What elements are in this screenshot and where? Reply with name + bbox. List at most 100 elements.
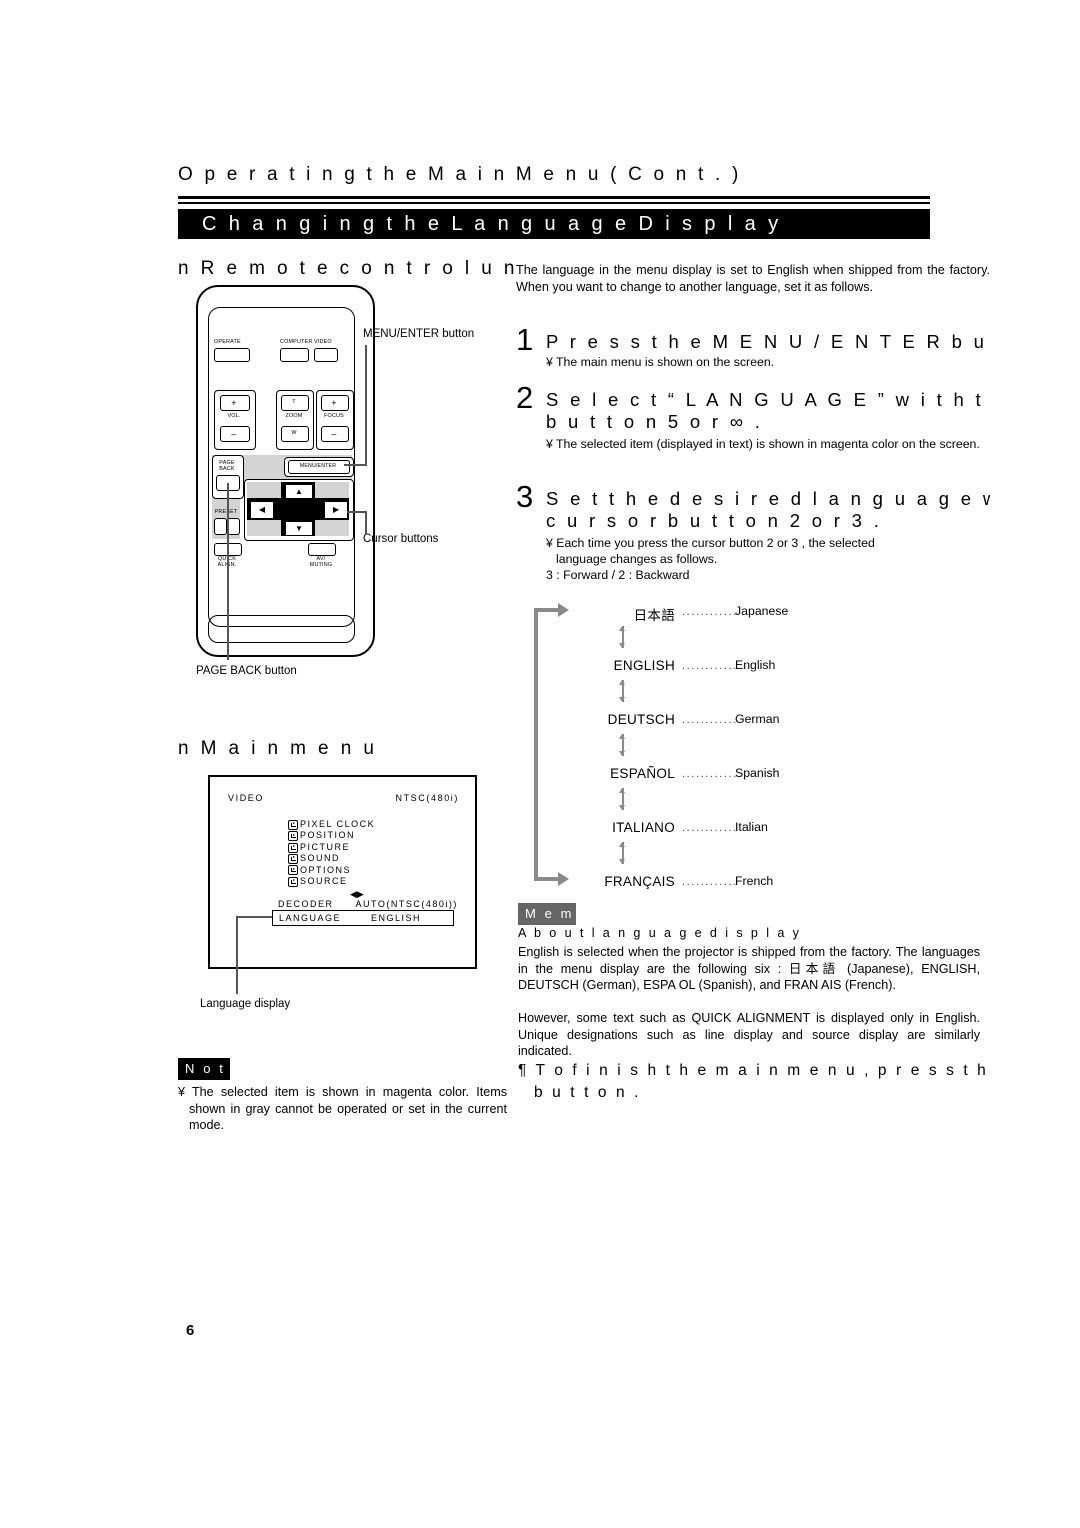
language-english-french: French — [735, 874, 774, 888]
running-header: O p e r a t i n g t h e M a i n M e n u … — [178, 164, 742, 185]
enter-arrow-icon — [288, 853, 298, 864]
step-3-heading-line2: c u r s o r b u t t o n 2 o r 3 . — [546, 510, 883, 531]
step-3-note-line1: ¥ Each time you press the cursor button … — [546, 536, 875, 550]
label-page-back: PAGE BACK — [219, 460, 235, 473]
loop-spine — [534, 608, 538, 880]
intro-paragraph: The language in the menu display is set … — [516, 263, 990, 294]
memo-badge: M e m o — [518, 903, 576, 925]
enter-arrow-icon — [288, 831, 298, 842]
label-zoom: ZOOM — [285, 413, 303, 419]
osd-item-label: POSITION — [300, 830, 356, 841]
memo-paragraph-2: However, some text such as QUICK ALIGNME… — [518, 1011, 980, 1059]
step-3-note-line3: 3 : Forward / 2 : Backward — [546, 568, 690, 582]
section-title-band: C h a n g i n g t h e L a n g u a g e D … — [178, 209, 930, 239]
manual-page: O p e r a t i n g t h e M a i n M e n u … — [0, 0, 1080, 1528]
remote-bottom-panel — [208, 615, 355, 643]
cursor-button-left[interactable]: ◀ — [250, 501, 274, 519]
button-computer[interactable] — [280, 348, 309, 362]
osd-language-row[interactable]: LANGUAGE ENGLISH — [272, 910, 454, 926]
caption-language-display: Language display — [200, 998, 291, 1010]
memo-subtitle: A b o u t l a n g u a g e d i s p l a y — [518, 926, 802, 940]
callout-line-language-display-h — [236, 916, 272, 918]
callout-line-cursor-h — [347, 511, 367, 513]
step-2-number: 2 — [516, 380, 534, 415]
callout-line-menu-enter-v — [365, 345, 367, 465]
enter-arrow-icon — [288, 865, 298, 876]
osd-item-label: SOUND — [300, 853, 341, 864]
osd-item-label: PIXEL CLOCK — [300, 819, 376, 829]
language-english-spanish: Spanish — [735, 766, 780, 780]
cursor-button-right[interactable]: ▶ — [324, 501, 348, 519]
label-focus-plus: + — [331, 398, 337, 408]
language-english-italian: Italian — [735, 820, 768, 834]
osd-item[interactable]: PICTURE — [288, 842, 375, 853]
page-number: 6 — [186, 1322, 195, 1339]
button-preset-left[interactable] — [214, 518, 227, 535]
remote-control-illustration: OPERATE COMPUTER VIDEO + VOL. – T ZOOM W… — [196, 285, 375, 657]
finish-note-line1: ¶ T o f i n i s h t h e m a i n m e n u … — [518, 1062, 990, 1079]
language-cycle-diagram: 日本語 ............ Japanese ENGLISH ......… — [530, 598, 830, 889]
label-zoom-t: T — [292, 399, 296, 405]
language-native-italiano: ITALIANO — [612, 820, 675, 835]
label-volume: VOL. — [227, 413, 241, 419]
label-volume-minus: – — [231, 429, 237, 439]
label-focus-minus: – — [331, 429, 337, 439]
osd-decoder-row: DECODER AUTO(NTSC(480i)) — [278, 899, 458, 909]
label-video: VIDEO — [314, 339, 332, 345]
section-title: C h a n g i n g t h e L a n g u a g e D … — [202, 213, 782, 235]
osd-item[interactable]: SOURCE — [288, 876, 375, 887]
step-1-number: 1 — [516, 322, 534, 357]
loop-top-arrowhead — [558, 603, 569, 617]
step-1-heading: P r e s s t h e M E N U / E N T E R b u … — [546, 331, 990, 352]
osd-language-value: ENGLISH — [371, 913, 422, 923]
enter-arrow-icon — [288, 842, 298, 853]
step-3-heading-line1: S e t t h e d e s i r e d l a n g u a g … — [546, 488, 990, 509]
osd-item[interactable]: OPTIONS — [288, 865, 375, 876]
language-native-francais: FRANÇAIS — [604, 874, 675, 889]
callout-line-page-back — [227, 483, 229, 660]
note-badge: N o t e — [178, 1058, 230, 1080]
leader-dots: ............ — [682, 606, 738, 618]
osd-decoder-value: AUTO(NTSC(480i)) — [355, 899, 458, 909]
language-native-english: ENGLISH — [613, 658, 675, 673]
language-english-english: English — [735, 658, 776, 672]
label-preset: PRESET — [214, 509, 238, 515]
step-3-number: 3 — [516, 479, 534, 514]
label-operate: OPERATE — [214, 339, 241, 345]
button-video[interactable] — [314, 348, 338, 362]
callout-menu-enter: MENU/ENTER button — [363, 328, 475, 340]
step-2-heading-line1: S e l e c t “ L A N G U A G E ” w i t h … — [546, 389, 990, 410]
step-3-note-line2: language changes as follows. — [556, 552, 718, 566]
osd-item-list: PIXEL CLOCK POSITION PICTURE SOUND OPTIO… — [288, 819, 375, 887]
button-operate[interactable] — [214, 348, 250, 362]
language-native-japanese: 日本語 — [633, 608, 675, 623]
callout-page-back: PAGE BACK button — [196, 665, 297, 677]
osd-decoder-label: DECODER — [278, 899, 334, 909]
osd-signal-label: NTSC(480i) — [395, 793, 459, 803]
callout-line-language-display-v — [236, 916, 238, 994]
osd-item[interactable]: PIXEL CLOCK — [288, 819, 375, 830]
heading-main-menu: n M a i n m e n u — [178, 738, 378, 759]
heading-remote-control-unit: n R e m o t e c o n t r o l u n i t — [178, 258, 523, 279]
flow-connector — [619, 788, 625, 810]
step-2-note: ¥ The selected item (displayed in text) … — [546, 437, 980, 451]
osd-language-label: LANGUAGE — [279, 913, 342, 923]
cursor-button-down[interactable]: ▼ — [285, 521, 313, 536]
label-volume-plus: + — [231, 398, 237, 408]
label-focus: FOCUS — [324, 413, 344, 419]
osd-item[interactable]: POSITION — [288, 830, 375, 842]
flow-connector — [619, 626, 625, 648]
cursor-button-up[interactable]: ▲ — [285, 484, 313, 499]
header-rule-thick — [178, 196, 930, 199]
osd-item[interactable]: SOUND — [288, 853, 375, 864]
label-menu-enter: MENU/ENTER — [299, 463, 337, 469]
leader-dots: ............ — [682, 822, 738, 834]
language-english-german: German — [735, 712, 780, 726]
loop-bottom-arrowhead — [558, 872, 569, 886]
loop-bottom-arm — [534, 877, 560, 881]
memo-paragraph-1: English is selected when the projector i… — [518, 945, 980, 993]
button-av-muting[interactable] — [308, 543, 336, 556]
flow-connector — [619, 842, 625, 864]
leader-dots: ............ — [682, 660, 738, 672]
enter-arrow-icon — [288, 876, 298, 887]
